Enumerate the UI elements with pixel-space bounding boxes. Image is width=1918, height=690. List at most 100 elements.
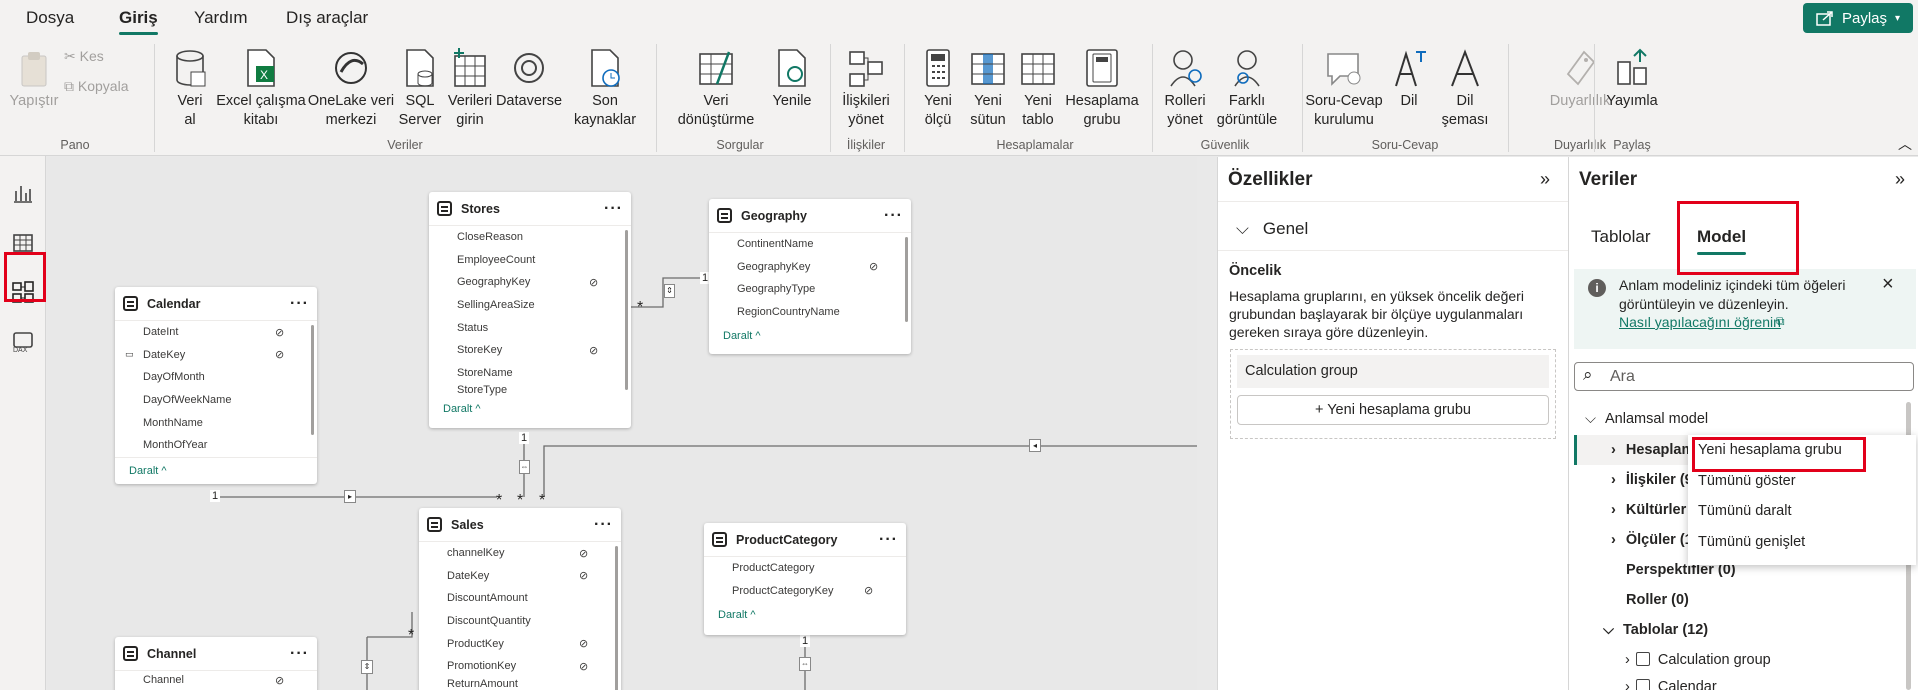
more-options-icon[interactable]: ··· <box>594 516 613 534</box>
more-options-icon[interactable]: ··· <box>879 531 898 549</box>
table-card-productcategory[interactable]: ProductCategory ··· ProductCategory Produ… <box>704 523 906 635</box>
calculation-group-item[interactable]: Calculation group <box>1237 355 1549 388</box>
scrollbar[interactable] <box>615 546 618 690</box>
collapse-link[interactable]: Daralt ^ <box>704 602 906 621</box>
field-row[interactable]: GeographyKey ⊘ <box>429 271 631 294</box>
tab-dis-araclar[interactable]: Dış araçlar <box>286 8 368 28</box>
table-header[interactable]: Geography ··· <box>709 199 911 233</box>
table-card-channel[interactable]: Channel ··· Channel ⊘ <box>115 637 317 690</box>
tab-tablolar[interactable]: Tablolar <box>1591 227 1651 247</box>
field-row[interactable]: DateKey ⊘ <box>419 565 621 588</box>
manage-relationships-button[interactable]: İlişkileri yönet <box>838 48 894 130</box>
scrollbar[interactable] <box>311 325 314 435</box>
tree-item-calculation-group-table[interactable]: › Calculation group <box>1625 652 1771 668</box>
more-options-icon[interactable]: ··· <box>884 207 903 225</box>
manage-roles-button[interactable]: Rolleri yönet <box>1160 48 1210 130</box>
table-card-calendar[interactable]: Calendar ··· DateInt ⊘ ▭ DateKey ⊘ DayOfMont… <box>115 287 317 484</box>
refresh-button[interactable]: Yenile <box>770 48 814 111</box>
view-as-button[interactable]: Farklı görüntüle <box>1210 48 1284 130</box>
get-data-button[interactable]: Veri al <box>170 48 210 130</box>
field-row[interactable]: CloseReason <box>429 226 631 249</box>
search-input[interactable]: ⌕ Ara <box>1574 362 1914 391</box>
field-row[interactable]: StoreType <box>429 384 631 396</box>
table-header[interactable]: Sales ··· <box>419 508 621 542</box>
new-table-button[interactable]: Yeni tablo <box>1014 48 1062 130</box>
tree-item-cultures[interactable]: › Kültürler <box>1611 502 1686 518</box>
recent-sources-button[interactable]: Son kaynaklar <box>566 48 644 130</box>
table-card-stores[interactable]: Stores ··· CloseReason EmployeeCount Geog… <box>429 192 631 428</box>
field-row[interactable]: GeographyKey ⊘ <box>709 256 911 279</box>
scrollbar[interactable] <box>625 230 628 390</box>
table-card-geography[interactable]: Geography ··· ContinentName GeographyKey ⊘… <box>709 199 911 354</box>
report-view-icon[interactable] <box>8 178 38 208</box>
field-row[interactable]: MonthName <box>115 411 317 434</box>
field-row[interactable]: GeographyType <box>709 278 911 301</box>
collapse-link[interactable]: Daralt ^ <box>429 396 631 415</box>
tree-item-calendar-table[interactable]: › Calendar <box>1625 679 1717 690</box>
tree-item-measures[interactable]: › Ölçüler (1 <box>1611 532 1693 548</box>
field-row[interactable]: ProductCategory <box>704 557 906 580</box>
menu-item-collapse-all[interactable]: Tümünü daralt <box>1688 496 1916 527</box>
field-row[interactable]: PromotionKey ⊘ <box>419 655 621 678</box>
dax-query-view-icon[interactable]: DAX <box>8 327 38 357</box>
field-row[interactable]: ▭ DateKey ⊘ <box>115 344 317 367</box>
tree-item-roles[interactable]: Roller (0) <box>1626 592 1689 608</box>
field-row[interactable]: SellingAreaSize <box>429 294 631 317</box>
table-view-icon[interactable] <box>8 228 38 258</box>
field-row[interactable]: StoreName <box>429 362 631 385</box>
collapse-ribbon-icon[interactable]: ︿ <box>1898 134 1912 154</box>
scrollbar[interactable] <box>905 237 908 322</box>
tab-yardim[interactable]: Yardım <box>194 8 248 28</box>
info-link[interactable]: Nasıl yapılacağını öğrenin <box>1619 314 1781 330</box>
menu-item-show-all[interactable]: Tümünü göster <box>1688 466 1916 497</box>
field-row[interactable]: EmployeeCount <box>429 249 631 272</box>
menu-item-expand-all[interactable]: Tümünü genişlet <box>1688 527 1916 558</box>
field-row[interactable]: MonthOfYear <box>115 434 317 457</box>
new-measure-button[interactable]: Yeni ölçü <box>916 48 960 130</box>
table-header[interactable]: Stores ··· <box>429 192 631 226</box>
share-button[interactable]: Paylaş ▾ <box>1803 3 1913 33</box>
table-header[interactable]: Calendar ··· <box>115 287 317 321</box>
more-options-icon[interactable]: ··· <box>290 295 309 313</box>
transform-data-button[interactable]: Veri dönüştürme <box>666 48 766 130</box>
more-options-icon[interactable]: ··· <box>604 200 623 218</box>
field-row[interactable]: ProductCategoryKey ⊘ <box>704 580 906 603</box>
table-header[interactable]: Channel ··· <box>115 637 317 671</box>
language-button[interactable]: Dil <box>1388 48 1430 111</box>
tree-root[interactable]: ⌵ Anlamsal model <box>1585 411 1708 427</box>
field-row[interactable]: ContinentName <box>709 233 911 256</box>
paste-button[interactable]: Yapıştır <box>8 48 60 111</box>
cut-button[interactable]: ✂ Kes <box>64 48 104 65</box>
calculation-group-button[interactable]: Hesaplama grubu <box>1062 48 1142 130</box>
field-row[interactable]: Channel ⊘ <box>115 671 317 689</box>
field-row[interactable]: DiscountQuantity <box>419 610 621 633</box>
more-options-icon[interactable]: ··· <box>290 645 309 663</box>
model-view-icon[interactable] <box>8 277 38 307</box>
tree-item-calculation-groups[interactable]: › Hesaplam <box>1611 442 1694 458</box>
tab-model[interactable]: Model <box>1697 227 1746 247</box>
field-row[interactable]: DiscountAmount <box>419 587 621 610</box>
field-row[interactable]: DateInt ⊘ <box>115 321 317 344</box>
collapse-pane-icon[interactable]: » <box>1540 169 1550 190</box>
qna-setup-button[interactable]: Soru-Cevap kurulumu <box>1304 48 1384 130</box>
copy-button[interactable]: ⧉ Kopyala <box>64 78 128 95</box>
field-row[interactable]: Status <box>429 316 631 339</box>
new-column-button[interactable]: Yeni sütun <box>964 48 1012 130</box>
table-card-sales[interactable]: Sales ··· channelKey ⊘ DateKey ⊘ DiscountAm… <box>419 508 621 690</box>
dataverse-button[interactable]: Dataverse <box>494 48 564 111</box>
new-calculation-group-button[interactable]: + Yeni hesaplama grubu <box>1237 395 1549 425</box>
close-icon[interactable]: × <box>1882 273 1894 296</box>
onelake-button[interactable]: OneLake veri merkezi <box>306 48 396 130</box>
field-row[interactable]: channelKey ⊘ <box>419 542 621 565</box>
field-row[interactable]: RegionCountryName <box>709 301 911 324</box>
model-canvas[interactable]: * 1 1 1 * * * * 1 ⇕ ⇔ ▸ ◂ ⇕ ⇔ Stores ··· … <box>47 157 1197 690</box>
sql-server-button[interactable]: SQL Server <box>398 48 442 130</box>
excel-button[interactable]: X Excel çalışma kitabı <box>216 48 306 130</box>
tree-item-relationships[interactable]: › İlişkiler (9 <box>1611 472 1693 488</box>
language-schema-button[interactable]: Dil şeması <box>1434 48 1496 130</box>
enter-data-button[interactable]: Verileri girin <box>446 48 494 130</box>
tree-item-tables[interactable]: ⌵ Tablolar (12) <box>1603 622 1708 638</box>
tab-giris[interactable]: Giriş <box>119 8 158 35</box>
table-header[interactable]: ProductCategory ··· <box>704 523 906 557</box>
field-row[interactable]: DayOfMonth <box>115 366 317 389</box>
